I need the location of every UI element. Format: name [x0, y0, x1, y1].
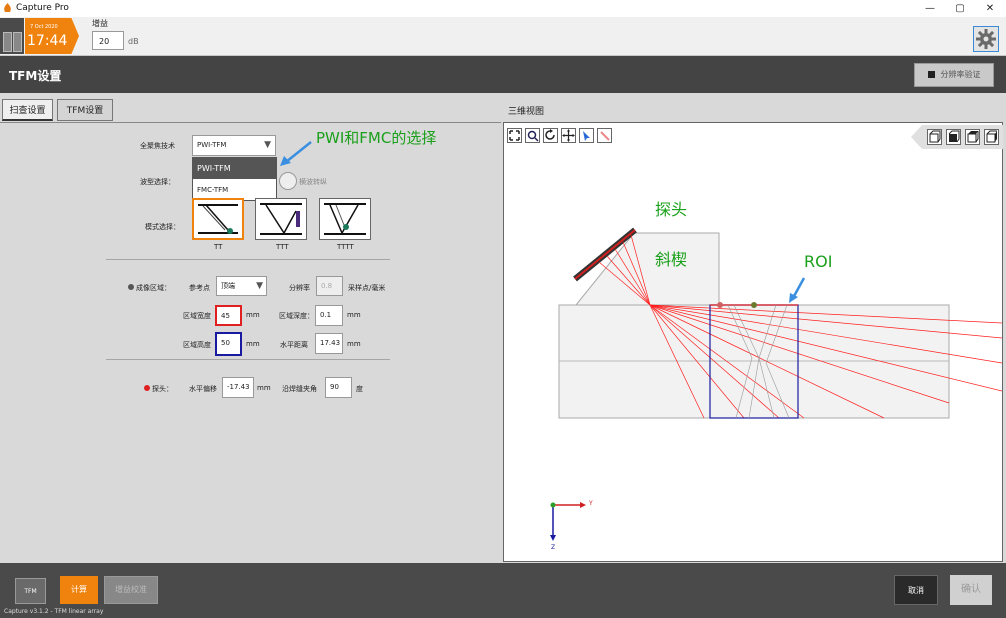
maximize-button[interactable]: ▢ — [945, 1, 975, 16]
resolution-input[interactable]: 0.8 — [316, 276, 343, 296]
roi-marker-left — [717, 302, 723, 308]
cancel-button[interactable]: 取消 — [894, 575, 938, 605]
skew-angle-label: 沿焊缝夹角 — [282, 385, 317, 393]
probe-annotation: 探头 — [655, 200, 688, 219]
axis-origin — [550, 502, 556, 508]
horizontal-offset-unit: mm — [257, 384, 271, 392]
page-title: TFM设置 — [9, 69, 62, 83]
view-3d-title: 三维视图 — [508, 107, 545, 117]
dropdown-option-pwi[interactable]: PWI-TFM — [193, 158, 276, 179]
skew-angle-input[interactable]: 90 — [325, 377, 352, 398]
divider — [106, 259, 390, 260]
close-button[interactable]: ✕ — [975, 1, 1005, 16]
status-text: Capture v3.1.2 - TFM linear array — [4, 608, 104, 615]
battery-icon — [3, 32, 12, 52]
gain-label: 增益 — [92, 19, 108, 28]
roi-arrow-icon — [791, 277, 806, 299]
stop-icon — [927, 71, 935, 78]
mode-tttt-button[interactable] — [319, 198, 371, 240]
chevron-down-icon: ▼ — [256, 281, 263, 291]
fmc-technique-select[interactable]: PWI-TFM ▼ — [192, 135, 276, 156]
fmc-annotation: PWI和FMC的选择 — [316, 129, 437, 147]
wedge-annotation: 斜楔 — [655, 250, 688, 269]
horizontal-distance-label: 水平距离 — [280, 341, 308, 349]
mode-label: 模式选择： — [145, 223, 180, 231]
fmc-technique-value: PWI-TFM — [197, 141, 227, 149]
resolution-unit: 采样点/毫米 — [348, 284, 386, 292]
battery-icon — [13, 32, 22, 52]
mode-ttt-button[interactable] — [255, 198, 307, 240]
axis-z-label: Z — [551, 544, 556, 551]
horizontal-offset-input[interactable]: -17.43 — [222, 377, 254, 398]
roi-annotation: ROI — [804, 252, 833, 271]
mode-tt-button[interactable] — [192, 198, 244, 240]
region-width-unit: mm — [246, 311, 260, 319]
mode-tttt-icon — [324, 203, 366, 235]
battery-indicator — [0, 18, 24, 54]
tfm-button[interactable]: TFM — [15, 578, 46, 604]
top-strip — [0, 17, 1006, 56]
gain-input[interactable]: 20 — [92, 31, 124, 50]
imaging-area-label: 成像区域： — [136, 284, 171, 292]
region-depth-unit: mm — [347, 311, 361, 319]
horizontal-offset-label: 水平偏移 — [189, 385, 217, 393]
skew-angle-unit: 度 — [356, 385, 363, 393]
tab-tfm-settings[interactable]: TFM设置 — [57, 99, 113, 121]
mode-tt-icon — [198, 204, 238, 234]
gear-icon — [976, 29, 996, 49]
minimize-button[interactable]: — — [915, 1, 945, 16]
wedge-shape — [574, 232, 720, 306]
region-height-input[interactable]: 50 — [215, 332, 242, 356]
chevron-down-icon: ▼ — [264, 140, 271, 150]
probe-label: 探头： — [152, 385, 173, 393]
window-title: Capture Pro — [16, 3, 69, 13]
region-width-label: 区域宽度 — [183, 312, 211, 320]
region-height-label: 区域高度 — [183, 341, 211, 349]
reference-point-select[interactable]: 顶端 ▼ — [216, 276, 267, 296]
fmc-dropdown-list: PWI-TFM FMC-TFM — [192, 157, 277, 201]
title-bar: Capture Pro — ▢ ✕ — [0, 0, 1006, 17]
tab-scan-settings[interactable]: 扫查设置 — [2, 99, 53, 121]
axis-y-arrow — [580, 502, 586, 508]
axis-y-label: Y — [589, 500, 593, 507]
date-text: 7 Oct 2020 — [30, 24, 58, 30]
gain-unit: dB — [128, 37, 139, 46]
region-height-unit: mm — [246, 340, 260, 348]
gain-calibration-button[interactable]: 增益校准 — [104, 576, 158, 604]
roi-marker-right — [751, 302, 757, 308]
mode-tttt-label: TTTT — [337, 243, 354, 251]
clock-badge: 7 Oct 2020 17:44 — [25, 18, 79, 54]
imaging-bullet — [128, 284, 134, 290]
confirm-button[interactable]: 确认 — [950, 575, 992, 605]
scene-3d — [550, 227, 1002, 541]
wave-type-label: 波型选择： — [140, 178, 175, 186]
resolution-verify-label: 分辨率验证 — [940, 70, 981, 79]
mode-ttt-icon — [260, 203, 302, 235]
horizontal-distance-unit: mm — [347, 340, 361, 348]
mode-ttt-label: TTT — [276, 243, 289, 251]
divider — [106, 359, 390, 360]
reference-point-label: 参考点 — [189, 284, 210, 292]
horizontal-distance-input[interactable]: 17.43 — [315, 333, 343, 354]
annotation-arrow-icon — [280, 141, 312, 166]
calculate-button[interactable]: 计算 — [60, 576, 98, 604]
wave-radio-2[interactable] — [279, 172, 297, 190]
axis-z-arrow — [550, 535, 556, 541]
region-depth-label: 区域深度： — [279, 312, 314, 320]
reference-point-value: 顶端 — [221, 282, 235, 290]
fmc-technique-label: 全聚焦技术 — [140, 142, 175, 150]
wave-radio-2-label: 横波转纵 — [299, 178, 327, 186]
probe-bullet — [144, 385, 150, 391]
page-header: TFM设置 — [0, 56, 1006, 93]
region-depth-input[interactable]: 0.1 — [315, 305, 343, 326]
resolution-label: 分辨率 — [289, 284, 310, 292]
time-text: 17:44 — [27, 33, 68, 49]
mode-tt-label: TT — [214, 243, 223, 251]
app-logo-icon — [3, 3, 12, 13]
region-width-input[interactable]: 45 — [215, 305, 242, 326]
resolution-verify-button[interactable]: 分辨率验证 — [914, 63, 994, 87]
settings-button[interactable] — [973, 26, 999, 52]
